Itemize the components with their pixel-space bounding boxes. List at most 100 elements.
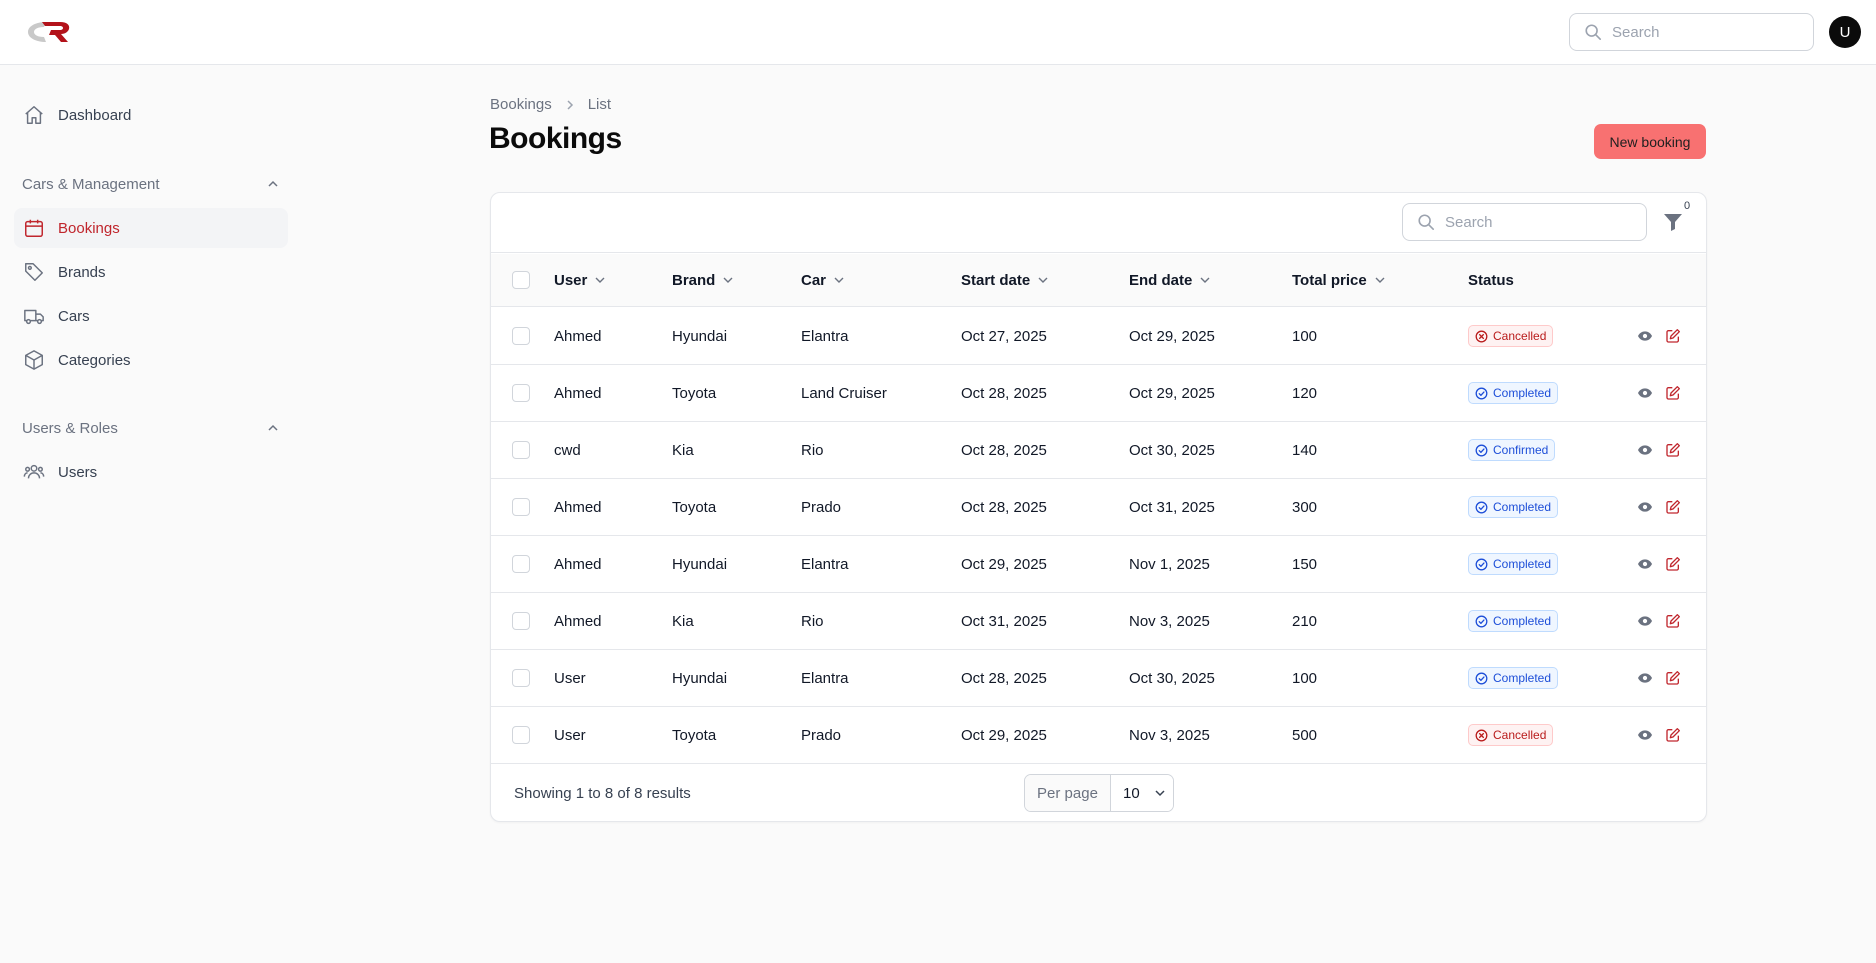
cell-total-price: 100	[1292, 669, 1318, 687]
sidebar-item-cars[interactable]: Cars	[14, 296, 288, 336]
cell-brand: Toyota	[672, 726, 717, 744]
edit-icon[interactable]	[1665, 536, 1681, 592]
sidebar-item-bookings[interactable]: Bookings	[14, 208, 288, 248]
cell-status: Cancelled	[1468, 707, 1554, 763]
column-header-start-date[interactable]: Start date	[961, 254, 1049, 306]
edit-icon[interactable]	[1665, 479, 1681, 535]
check-circle-icon	[1475, 558, 1488, 571]
global-search[interactable]	[1569, 13, 1814, 51]
breadcrumb-parent[interactable]: Bookings	[490, 96, 552, 113]
column-label: Total price	[1292, 271, 1367, 289]
x-circle-icon	[1475, 330, 1488, 343]
search-icon	[1585, 24, 1602, 41]
page-title: Bookings	[489, 122, 622, 155]
per-page-select[interactable]: 10	[1111, 775, 1173, 811]
cell-start-date: Oct 31, 2025	[961, 612, 1047, 630]
check-circle-icon	[1475, 615, 1488, 628]
row-checkbox[interactable]	[512, 669, 530, 687]
table-footer: Showing 1 to 8 of 8 results Per page 10	[491, 763, 1706, 821]
cell-car: Elantra	[801, 327, 849, 345]
edit-icon[interactable]	[1665, 365, 1681, 421]
table-row[interactable]: Ahmed Kia Rio Oct 31, 2025 Nov 3, 2025 210 Co…	[491, 593, 1706, 650]
table-row[interactable]: User Toyota Prado Oct 29, 2025 Nov 3, 2025 50…	[491, 707, 1706, 764]
table-row[interactable]: User Hyundai Elantra Oct 28, 2025 Oct 30, 20…	[491, 650, 1706, 707]
cell-car: Prado	[801, 726, 842, 744]
table-search[interactable]	[1402, 203, 1647, 241]
chevron-down-icon	[722, 274, 734, 286]
status-badge: Cancelled	[1468, 325, 1554, 347]
cell-car: Rio	[801, 612, 824, 630]
check-circle-icon	[1475, 672, 1488, 685]
cell-start-date: Oct 29, 2025	[961, 555, 1047, 573]
logo-icon[interactable]	[24, 18, 74, 46]
cell-end-date: Oct 31, 2025	[1129, 498, 1215, 516]
cell-end-date: Oct 30, 2025	[1129, 669, 1215, 687]
row-checkbox[interactable]	[512, 612, 530, 630]
column-label: End date	[1129, 271, 1193, 289]
table-row[interactable]: Ahmed Toyota Prado Oct 28, 2025 Oct 31, 2025…	[491, 479, 1706, 536]
eye-icon[interactable]	[1637, 308, 1653, 364]
row-checkbox[interactable]	[512, 498, 530, 516]
sidebar-item-categories[interactable]: Categories	[14, 340, 288, 380]
sidebar-group-cars[interactable]: Cars & Management	[22, 174, 280, 194]
table-row[interactable]: Ahmed Toyota Land Cruiser Oct 28, 2025 Oct 2…	[491, 365, 1706, 422]
status-label: Completed	[1493, 500, 1552, 514]
check-circle-icon	[1475, 444, 1488, 457]
new-booking-button[interactable]: New booking	[1594, 124, 1706, 159]
chevron-up-icon	[268, 424, 278, 431]
cell-brand: Toyota	[672, 384, 717, 402]
global-search-input[interactable]	[1612, 23, 1792, 41]
table-row[interactable]: Ahmed Hyundai Elantra Oct 29, 2025 Nov 1, 20…	[491, 536, 1706, 593]
eye-icon[interactable]	[1637, 707, 1653, 763]
eye-icon[interactable]	[1637, 536, 1653, 592]
column-header-end-date[interactable]: End date	[1129, 254, 1211, 306]
cell-brand: Kia	[672, 612, 694, 630]
cell-brand: Kia	[672, 441, 694, 459]
cell-user: User	[554, 669, 586, 687]
cell-start-date: Oct 29, 2025	[961, 726, 1047, 744]
row-checkbox[interactable]	[512, 555, 530, 573]
edit-icon[interactable]	[1665, 422, 1681, 478]
column-header-brand[interactable]: Brand	[672, 254, 734, 306]
tag-icon	[23, 261, 45, 283]
row-checkbox[interactable]	[512, 384, 530, 402]
sidebar-item-dashboard[interactable]: Dashboard	[14, 95, 288, 135]
sidebar-item-users[interactable]: Users	[14, 452, 288, 492]
cell-total-price: 500	[1292, 726, 1318, 744]
table-row[interactable]: Ahmed Hyundai Elantra Oct 27, 2025 Oct 29, 2…	[491, 308, 1706, 365]
row-checkbox[interactable]	[512, 726, 530, 744]
column-header-total-price[interactable]: Total price	[1292, 254, 1386, 306]
table-row[interactable]: cwd Kia Rio Oct 28, 2025 Oct 30, 2025 140 Con…	[491, 422, 1706, 479]
table-search-input[interactable]	[1445, 213, 1625, 231]
edit-icon[interactable]	[1665, 707, 1681, 763]
cell-status: Confirmed	[1468, 422, 1556, 478]
select-all-checkbox[interactable]	[512, 271, 530, 289]
status-badge: Completed	[1468, 496, 1559, 518]
eye-icon[interactable]	[1637, 365, 1653, 421]
cell-end-date: Nov 3, 2025	[1129, 726, 1210, 744]
avatar[interactable]: U	[1829, 16, 1861, 48]
eye-icon[interactable]	[1637, 422, 1653, 478]
eye-icon[interactable]	[1637, 650, 1653, 706]
row-checkbox[interactable]	[512, 327, 530, 345]
row-checkbox[interactable]	[512, 441, 530, 459]
sidebar-item-brands[interactable]: Brands	[14, 252, 288, 292]
column-header-user[interactable]: User	[554, 254, 606, 306]
sidebar-group-users[interactable]: Users & Roles	[22, 418, 280, 438]
edit-icon[interactable]	[1665, 650, 1681, 706]
sidebar-item-label: Categories	[58, 351, 131, 369]
cell-start-date: Oct 28, 2025	[961, 384, 1047, 402]
eye-icon[interactable]	[1637, 479, 1653, 535]
funnel-icon[interactable]	[1661, 210, 1685, 234]
cell-end-date: Nov 3, 2025	[1129, 612, 1210, 630]
edit-icon[interactable]	[1665, 308, 1681, 364]
cell-user: Ahmed	[554, 384, 602, 402]
sidebar-item-label: Bookings	[58, 219, 120, 237]
column-header-car[interactable]: Car	[801, 254, 845, 306]
bookings-table-card: 0 User Brand Car Start date End date Tot…	[490, 192, 1707, 822]
edit-icon[interactable]	[1665, 593, 1681, 649]
cell-user: User	[554, 726, 586, 744]
cell-user: Ahmed	[554, 555, 602, 573]
chevron-down-icon	[1199, 274, 1211, 286]
eye-icon[interactable]	[1637, 593, 1653, 649]
